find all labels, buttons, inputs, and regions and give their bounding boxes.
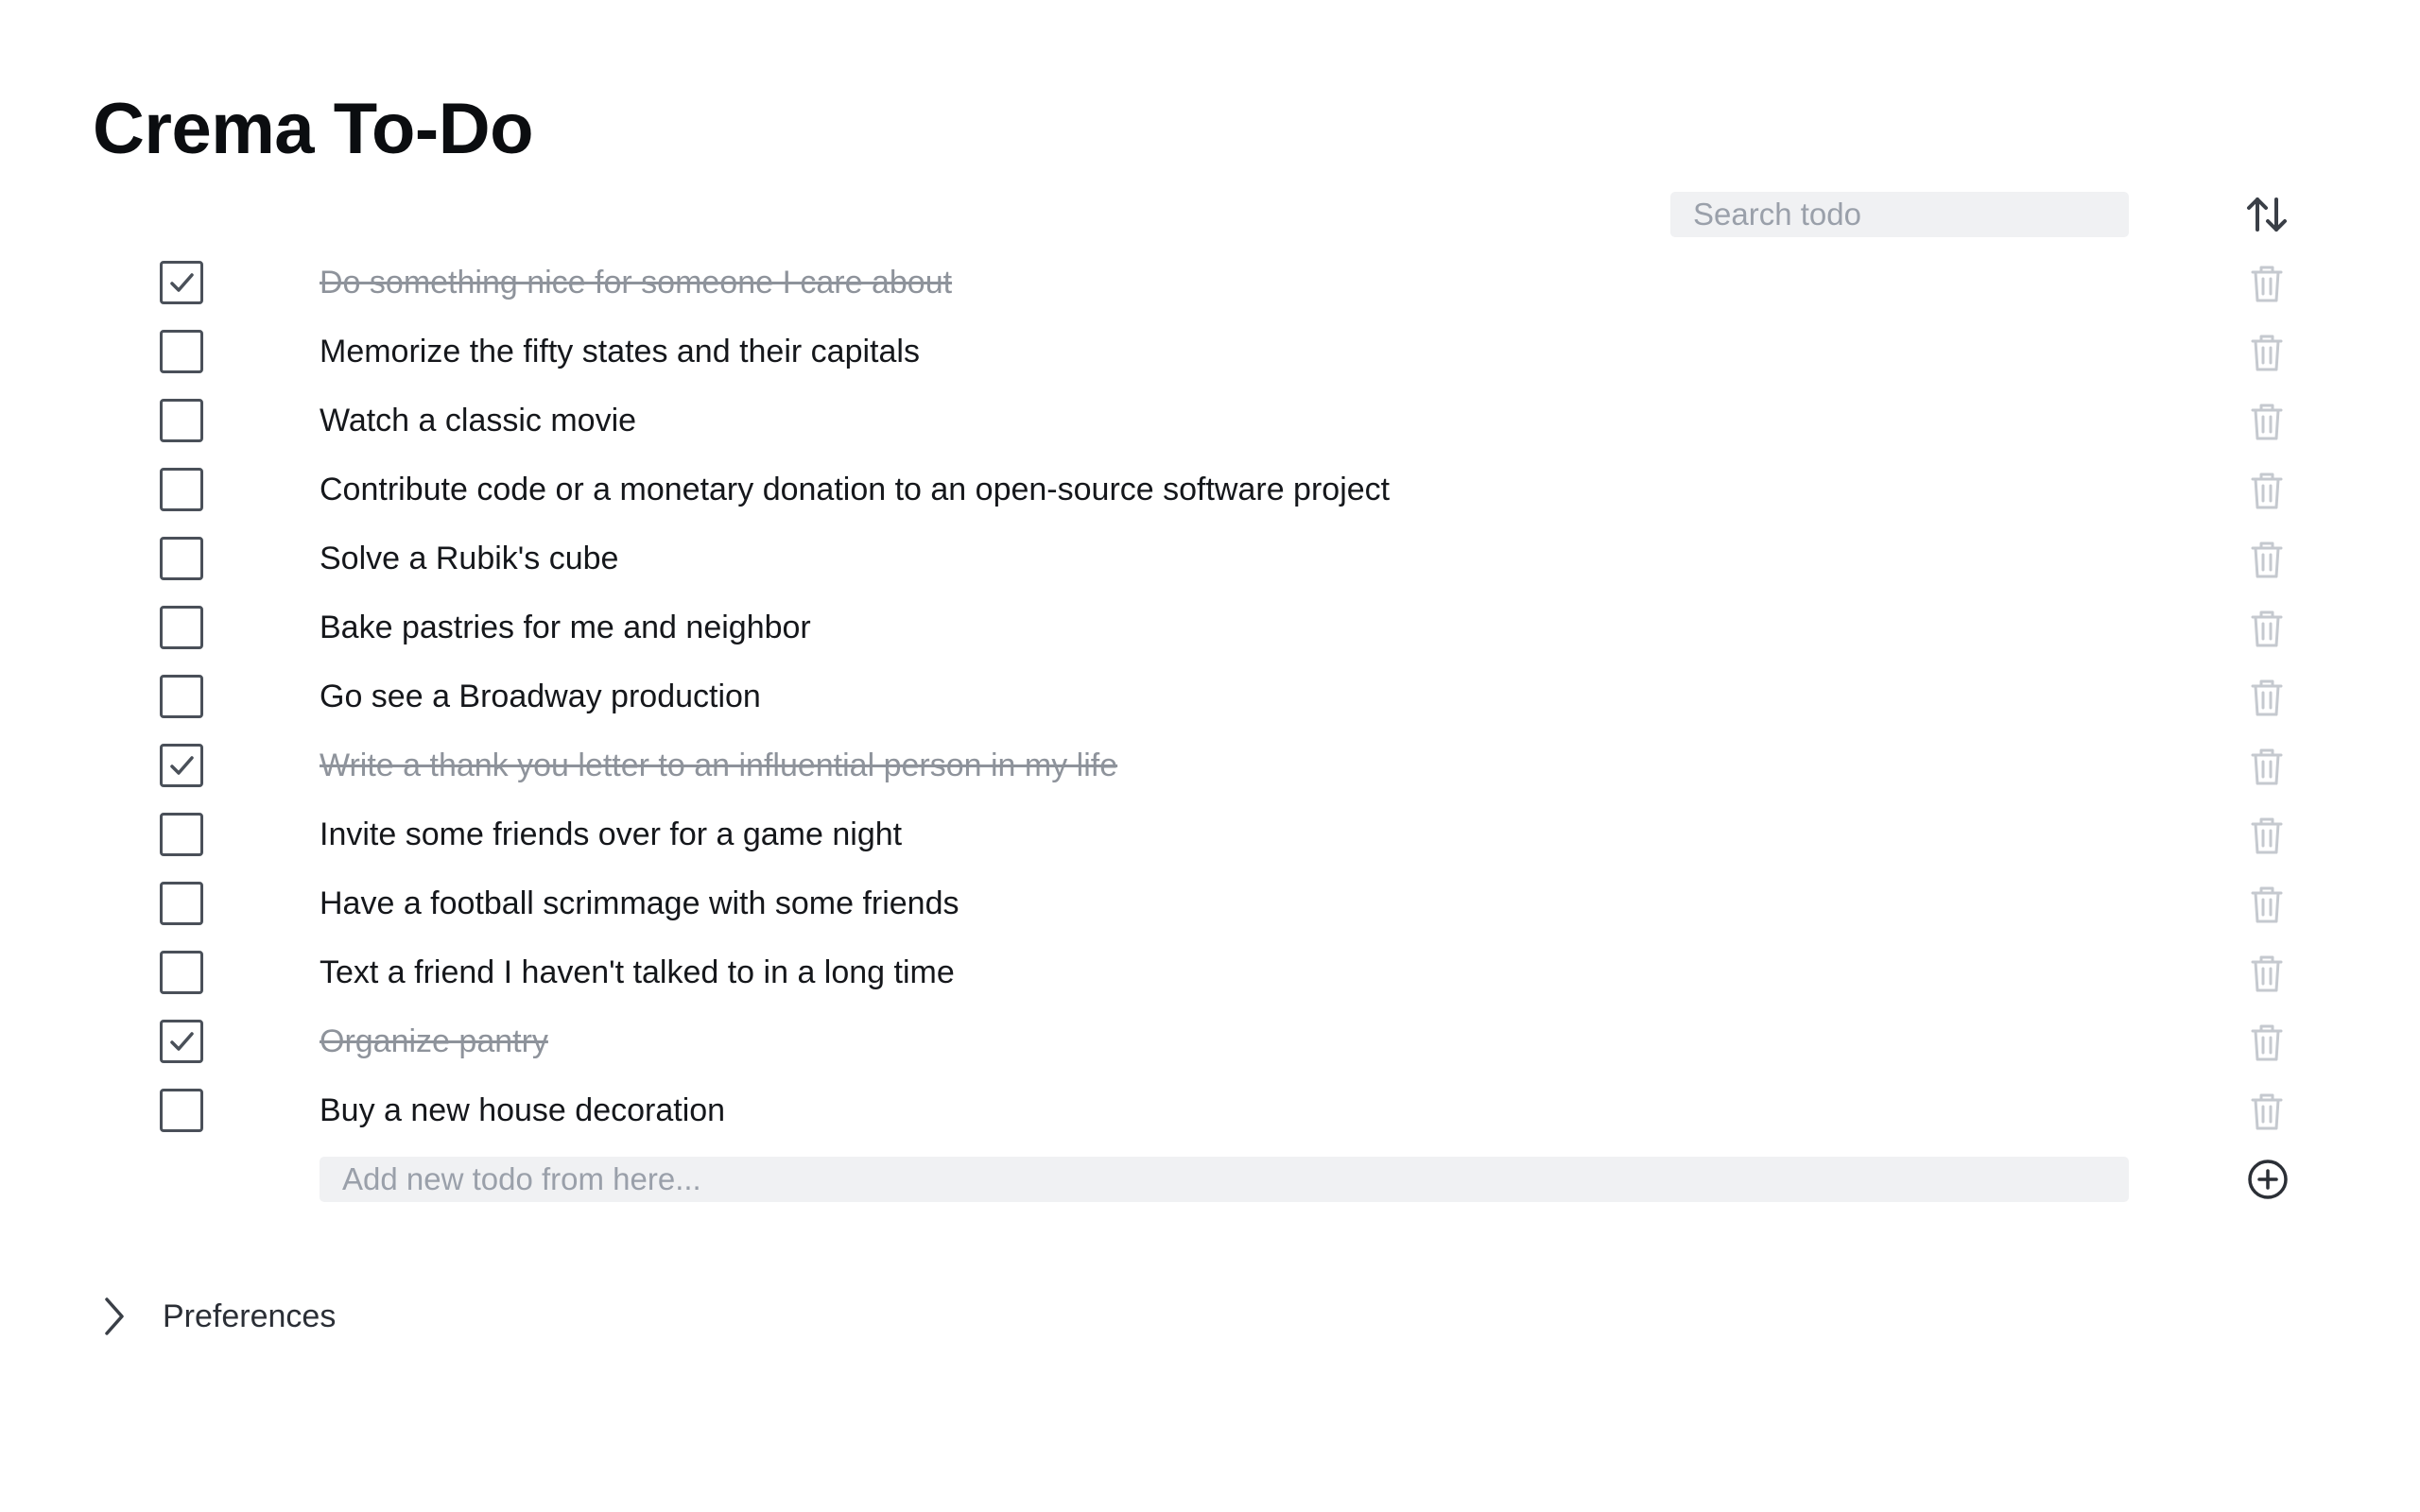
trash-icon [2251,817,2283,854]
todo-checkbox[interactable] [160,882,203,925]
todo-checkbox[interactable] [160,951,203,994]
delete-todo-button[interactable] [2246,469,2288,512]
todo-item: Text a friend I haven't talked to in a l… [0,938,2420,1007]
trash-icon [2251,1093,2283,1130]
todo-text[interactable]: Memorize the fifty states and their capi… [320,318,920,387]
todo-text[interactable]: Buy a new house decoration [320,1076,725,1145]
todo-checkbox[interactable] [160,1089,203,1132]
delete-todo-button[interactable] [2246,883,2288,926]
todo-item: Go see a Broadway production [0,662,2420,731]
todo-item: Memorize the fifty states and their capi… [0,318,2420,387]
check-icon [170,756,194,775]
check-icon [170,273,194,292]
todo-text[interactable]: Bake pastries for me and neighbor [320,593,811,662]
trash-icon [2251,748,2283,785]
delete-todo-button[interactable] [2246,262,2288,305]
trash-icon [2251,472,2283,509]
todo-item: Do something nice for someone I care abo… [0,249,2420,318]
todo-text[interactable]: Go see a Broadway production [320,662,761,731]
todo-text[interactable]: Contribute code or a monetary donation t… [320,455,1390,524]
delete-todo-button[interactable] [2246,1021,2288,1064]
plus-circle-icon [2248,1160,2288,1199]
todo-checkbox[interactable] [160,813,203,856]
sort-button[interactable] [2243,192,2290,237]
todo-checkbox[interactable] [160,606,203,649]
todo-text[interactable]: Watch a classic movie [320,387,636,455]
todo-text[interactable]: Do something nice for someone I care abo… [320,249,952,318]
trash-icon [2251,541,2283,578]
todo-text[interactable]: Solve a Rubik's cube [320,524,618,593]
trash-icon [2251,886,2283,923]
search-input[interactable] [1670,192,2129,237]
trash-icon [2251,1024,2283,1061]
preferences-label: Preferences [163,1297,337,1334]
app-title: Crema To-Do [93,89,534,169]
delete-todo-button[interactable] [2246,952,2288,995]
todo-text[interactable]: Text a friend I haven't talked to in a l… [320,938,955,1007]
todo-item: Bake pastries for me and neighbor [0,593,2420,662]
todo-item: Contribute code or a monetary donation t… [0,455,2420,524]
delete-todo-button[interactable] [2246,745,2288,788]
todo-checkbox[interactable] [160,744,203,787]
todo-text[interactable]: Write a thank you letter to an influenti… [320,731,1117,800]
todo-checkbox[interactable] [160,675,203,718]
todo-text[interactable]: Invite some friends over for a game nigh… [320,800,902,869]
todo-text[interactable]: Organize pantry [320,1007,548,1076]
delete-todo-button[interactable] [2246,607,2288,650]
todo-checkbox[interactable] [160,330,203,373]
todo-text[interactable]: Have a football scrimmage with some frie… [320,869,959,938]
sort-arrows-icon [2247,198,2287,232]
delete-todo-button[interactable] [2246,814,2288,857]
todo-item: Buy a new house decoration [0,1076,2420,1145]
trash-icon [2251,266,2283,302]
todo-checkbox[interactable] [160,399,203,442]
todo-item: Have a football scrimmage with some frie… [0,869,2420,938]
todo-checkbox[interactable] [160,468,203,511]
delete-todo-button[interactable] [2246,1090,2288,1133]
todo-checkbox[interactable] [160,261,203,304]
trash-icon [2251,610,2283,647]
preferences-toggle[interactable]: Preferences [93,1293,336,1340]
todo-item: Invite some friends over for a game nigh… [0,800,2420,869]
trash-icon [2251,679,2283,716]
check-icon [170,1032,194,1051]
todo-item: Solve a Rubik's cube [0,524,2420,593]
todo-item: Organize pantry [0,1007,2420,1076]
add-todo-input[interactable] [320,1157,2129,1202]
trash-icon [2251,955,2283,992]
delete-todo-button[interactable] [2246,676,2288,719]
delete-todo-button[interactable] [2246,331,2288,374]
todo-checkbox[interactable] [160,537,203,580]
todo-item: Watch a classic movie [0,387,2420,455]
todo-item: Write a thank you letter to an influenti… [0,731,2420,800]
todo-checkbox[interactable] [160,1020,203,1063]
add-todo-button[interactable] [2245,1157,2290,1202]
delete-todo-button[interactable] [2246,538,2288,581]
chevron-right-icon [93,1293,136,1340]
delete-todo-button[interactable] [2246,400,2288,443]
trash-icon [2251,335,2283,371]
trash-icon [2251,404,2283,440]
